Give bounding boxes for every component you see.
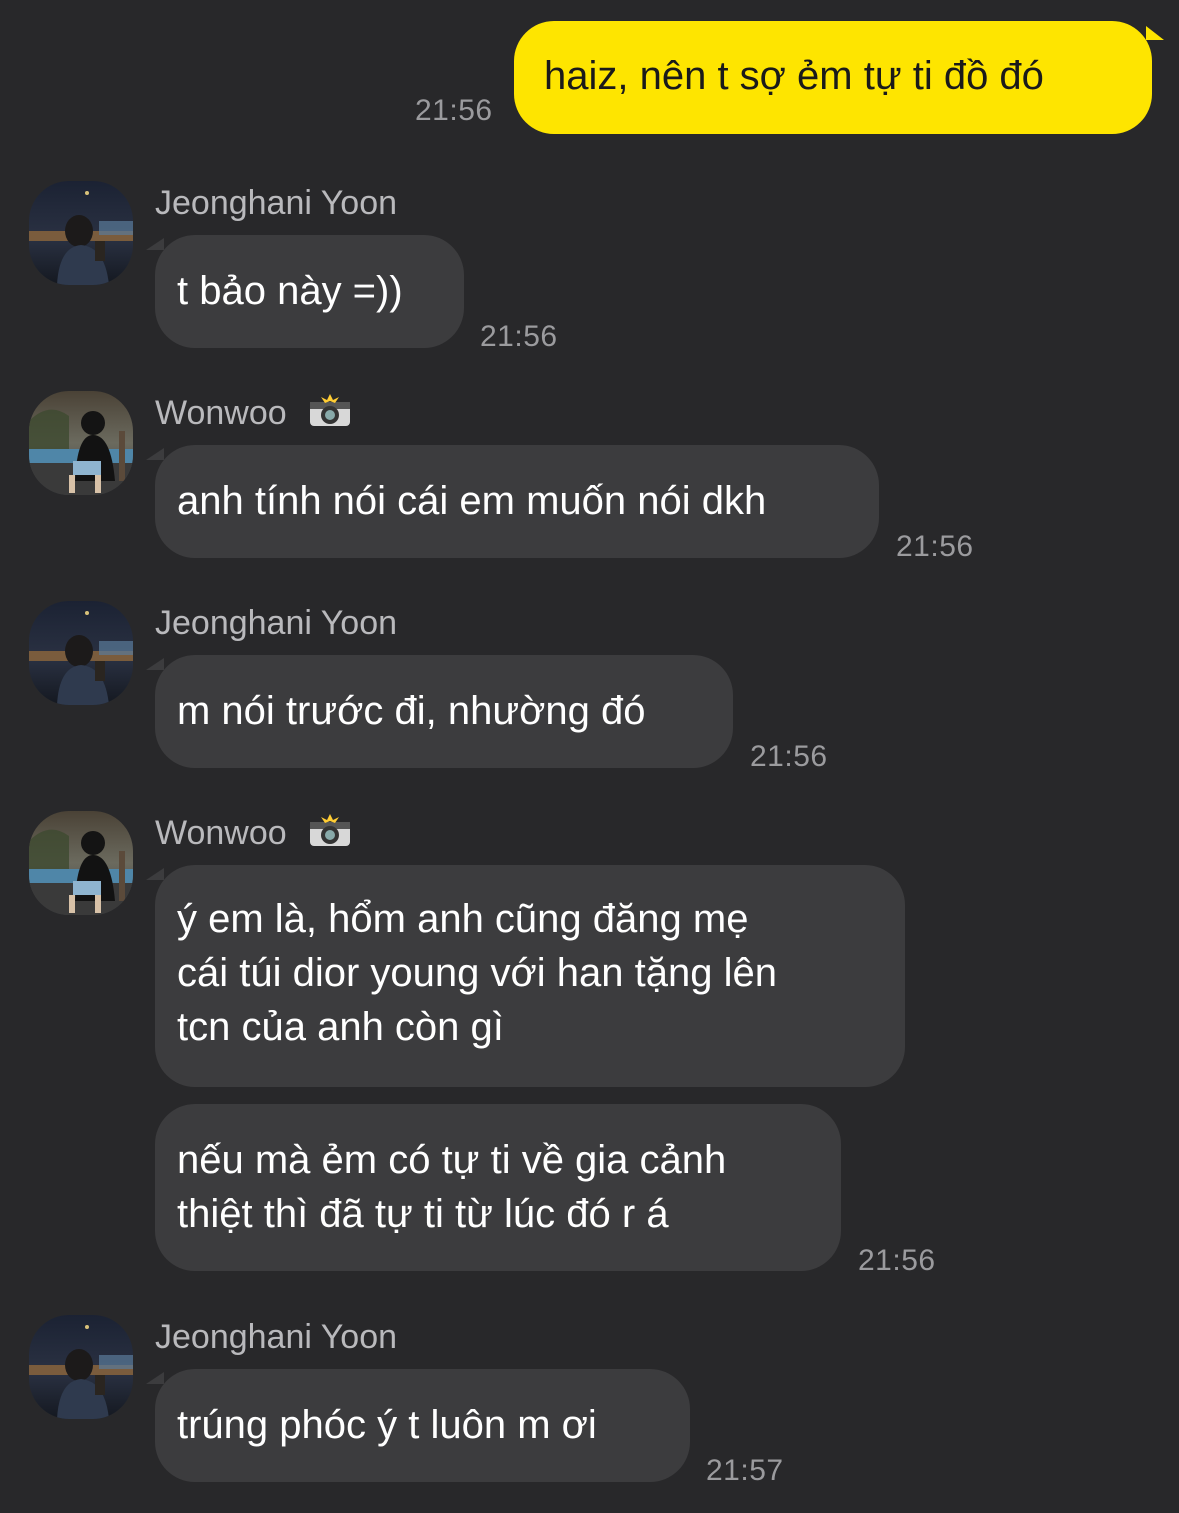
avatar-photo bbox=[29, 1315, 133, 1419]
sender-name: Wonwoo bbox=[155, 393, 352, 433]
incoming-message-bubble[interactable]: nếu mà ẻm có tự ti về gia cảnh thiệt thì… bbox=[155, 1104, 841, 1271]
message-timestamp: 21:56 bbox=[896, 530, 974, 563]
avatar-photo bbox=[29, 391, 133, 495]
message-timestamp: 21:57 bbox=[706, 1454, 784, 1487]
sender-name-text: Wonwoo bbox=[155, 394, 287, 432]
bubble-tail bbox=[146, 238, 164, 250]
message-timestamp: 21:56 bbox=[750, 740, 828, 773]
outgoing-message-bubble[interactable]: haiz, nên t sợ ẻm tự ti đồ đó bbox=[514, 21, 1152, 134]
message-timestamp: 21:56 bbox=[858, 1244, 936, 1277]
avatar-photo bbox=[29, 811, 133, 915]
incoming-message-bubble[interactable]: t bảo này =)) bbox=[155, 235, 464, 348]
avatar-photo bbox=[29, 181, 133, 285]
camera-with-flash-icon bbox=[308, 394, 352, 426]
bubble-tail bbox=[146, 1372, 164, 1384]
message-text: t bảo này =)) bbox=[177, 269, 403, 313]
bubble-tail bbox=[146, 448, 164, 460]
incoming-message-bubble[interactable]: m nói trước đi, nhường đó bbox=[155, 655, 733, 768]
bubble-tail bbox=[146, 868, 164, 880]
message-text: anh tính nói cái em muốn nói dkh bbox=[177, 479, 767, 523]
sender-name: Wonwoo bbox=[155, 813, 352, 853]
message-text: haiz, nên t sợ ẻm tự ti đồ đó bbox=[544, 54, 1044, 98]
avatar[interactable] bbox=[29, 181, 133, 285]
message-text: trúng phóc ý t luôn m ơi bbox=[177, 1403, 597, 1447]
avatar[interactable] bbox=[29, 811, 133, 915]
avatar[interactable] bbox=[29, 601, 133, 705]
message-text: m nói trước đi, nhường đó bbox=[177, 689, 646, 733]
camera-with-flash-icon bbox=[308, 814, 352, 846]
sender-name: Jeonghani Yoon bbox=[155, 604, 398, 642]
incoming-message-bubble[interactable]: anh tính nói cái em muốn nói dkh bbox=[155, 445, 879, 558]
incoming-message-bubble[interactable]: trúng phóc ý t luôn m ơi bbox=[155, 1369, 690, 1482]
message-text: ý em là, hổm anh cũng đăng mẹ cái túi di… bbox=[177, 897, 777, 1049]
sender-name-text: Wonwoo bbox=[155, 814, 287, 852]
avatar[interactable] bbox=[29, 391, 133, 495]
avatar[interactable] bbox=[29, 1315, 133, 1419]
incoming-message-bubble[interactable]: ý em là, hổm anh cũng đăng mẹ cái túi di… bbox=[155, 865, 905, 1087]
bubble-tail bbox=[146, 658, 164, 670]
avatar-photo bbox=[29, 601, 133, 705]
message-timestamp: 21:56 bbox=[415, 94, 493, 127]
sender-name: Jeonghani Yoon bbox=[155, 184, 398, 222]
message-text: nếu mà ẻm có tự ti về gia cảnh thiệt thì… bbox=[177, 1138, 727, 1236]
bubble-tail bbox=[1146, 26, 1164, 40]
message-timestamp: 21:56 bbox=[480, 320, 558, 353]
sender-name: Jeonghani Yoon bbox=[155, 1318, 398, 1356]
